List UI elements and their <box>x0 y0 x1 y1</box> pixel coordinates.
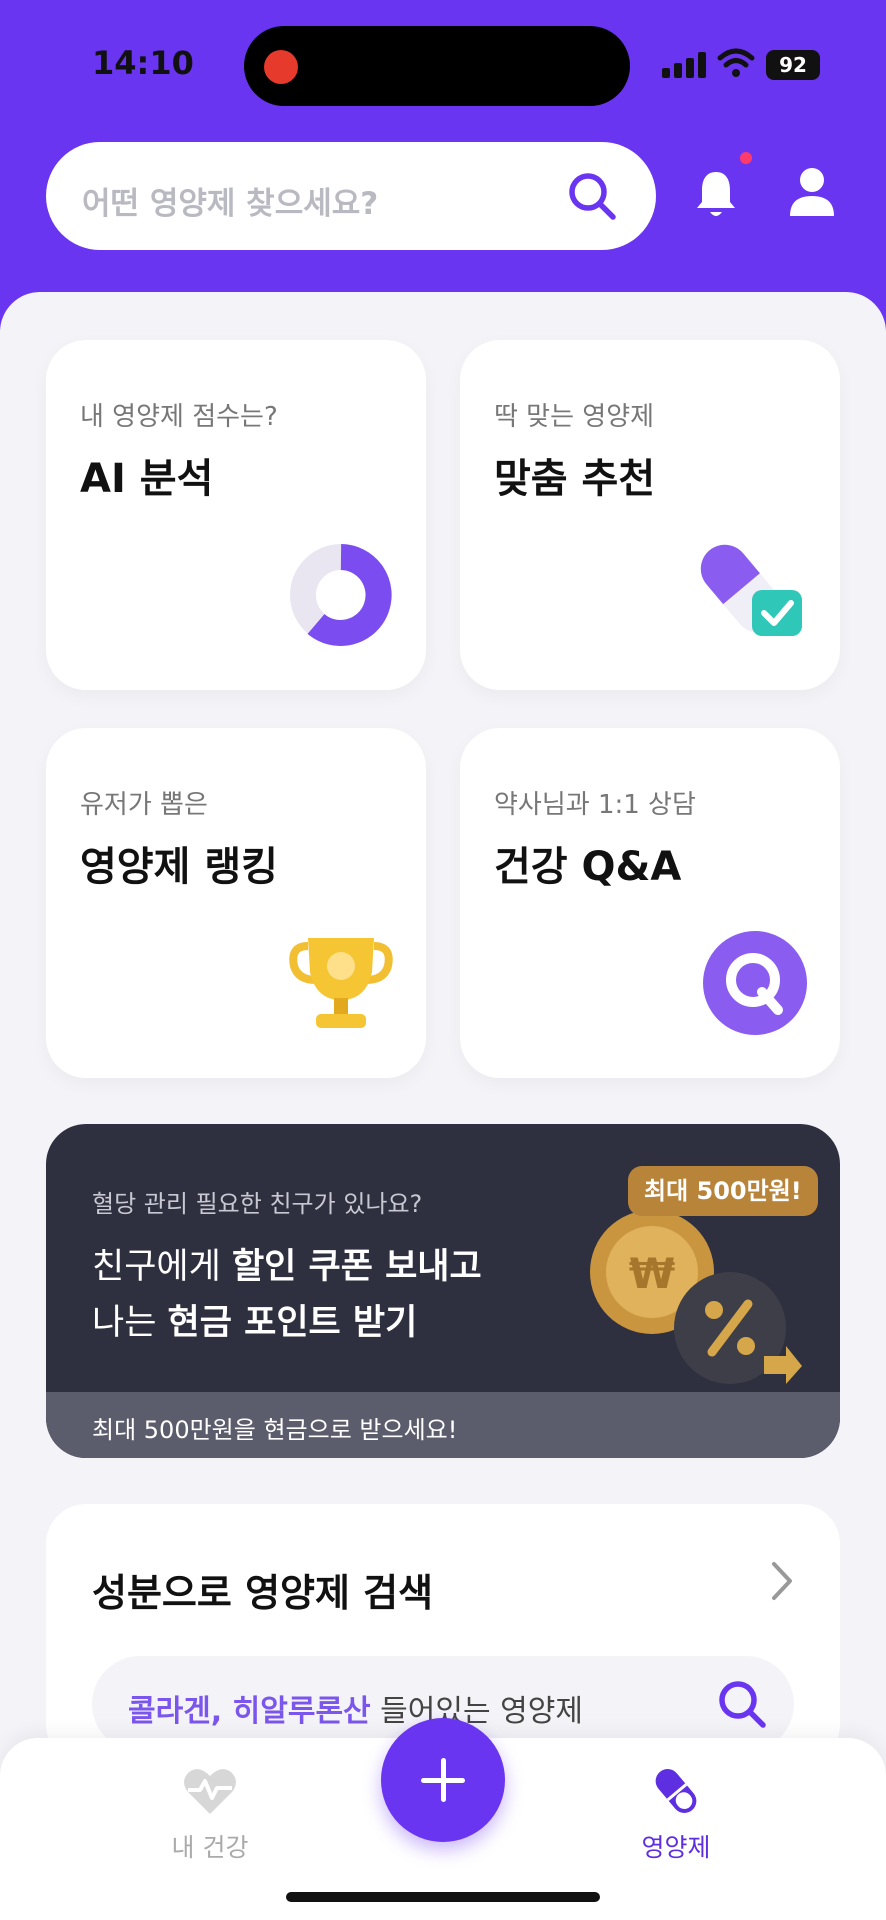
card-title: 영양제 랭킹 <box>80 844 278 890</box>
add-button[interactable] <box>381 1718 505 1842</box>
banner-footer: 최대 500만원을 현금으로 받으세요! <box>46 1392 840 1458</box>
signal-icon <box>662 52 708 78</box>
svg-text:₩: ₩ <box>629 1249 675 1298</box>
banner-badge: 최대 500만원! <box>628 1166 818 1216</box>
user-icon[interactable] <box>788 166 836 218</box>
referral-banner[interactable]: 혈당 관리 필요한 친구가 있나요? 친구에게 할인 쿠폰 보내고 나는 현금 … <box>46 1124 840 1458</box>
nav-item-supplements[interactable]: 영양제 <box>616 1766 736 1864</box>
dynamic-island <box>244 26 630 106</box>
ingredient-search-title[interactable]: 성분으로 영양제 검색 <box>92 1562 433 1617</box>
search-icon[interactable] <box>566 170 618 222</box>
heart-pulse-icon <box>184 1769 236 1814</box>
pill-icon <box>655 1769 697 1813</box>
status-time: 14:10 <box>92 44 194 82</box>
banner-line1: 친구에게 할인 쿠폰 보내고 <box>92 1247 482 1287</box>
card-subtitle: 내 영양제 점수는? <box>80 402 278 432</box>
pill-check-icon <box>700 544 802 636</box>
card-subtitle: 유저가 뽑은 <box>80 790 208 820</box>
q-badge-icon <box>703 931 807 1035</box>
banner-subtitle: 혈당 관리 필요한 친구가 있나요? <box>92 1190 423 1218</box>
nav-label: 영양제 <box>641 1833 711 1862</box>
status-bar: 14:10 92 <box>0 0 886 130</box>
card-subtitle: 딱 맞는 영양제 <box>494 402 655 432</box>
banner-footer-text: 최대 500만원을 현금으로 받으세요! <box>92 1416 458 1444</box>
card-title: 건강 Q&A <box>494 844 682 890</box>
recording-indicator <box>264 50 298 84</box>
search-placeholder: 어떤 영양제 찾으세요? <box>82 186 379 222</box>
home-indicator[interactable] <box>286 1892 600 1902</box>
search-icon[interactable] <box>716 1678 768 1730</box>
wifi-icon <box>717 48 755 77</box>
nav-label: 내 건강 <box>171 1833 249 1862</box>
donut-chart-icon <box>290 544 392 646</box>
card-ranking[interactable]: 유저가 뽑은 영양제 랭킹 <box>46 728 426 1078</box>
banner-line2: 나는 현금 포인트 받기 <box>92 1303 418 1343</box>
nav-item-my-health[interactable]: 내 건강 <box>150 1766 270 1864</box>
bell-icon[interactable] <box>694 168 738 220</box>
card-recommendation[interactable]: 딱 맞는 영양제 맞춤 추천 <box>460 340 840 690</box>
search-input[interactable]: 어떤 영양제 찾으세요? <box>46 142 656 250</box>
battery-indicator: 92 <box>766 50 820 80</box>
card-title: AI 분석 <box>80 456 214 502</box>
card-qna[interactable]: 약사님과 1:1 상담 건강 Q&A <box>460 728 840 1078</box>
card-ai-analysis[interactable]: 내 영양제 점수는? AI 분석 <box>46 340 426 690</box>
chevron-right-icon[interactable] <box>770 1560 794 1602</box>
ingredient-query: 콜라겐, 히알루론산 들어있는 영양제 <box>128 1694 583 1729</box>
notification-dot <box>740 152 752 164</box>
trophy-icon <box>289 938 393 1028</box>
card-subtitle: 약사님과 1:1 상담 <box>494 790 696 820</box>
card-title: 맞춤 추천 <box>494 456 656 502</box>
